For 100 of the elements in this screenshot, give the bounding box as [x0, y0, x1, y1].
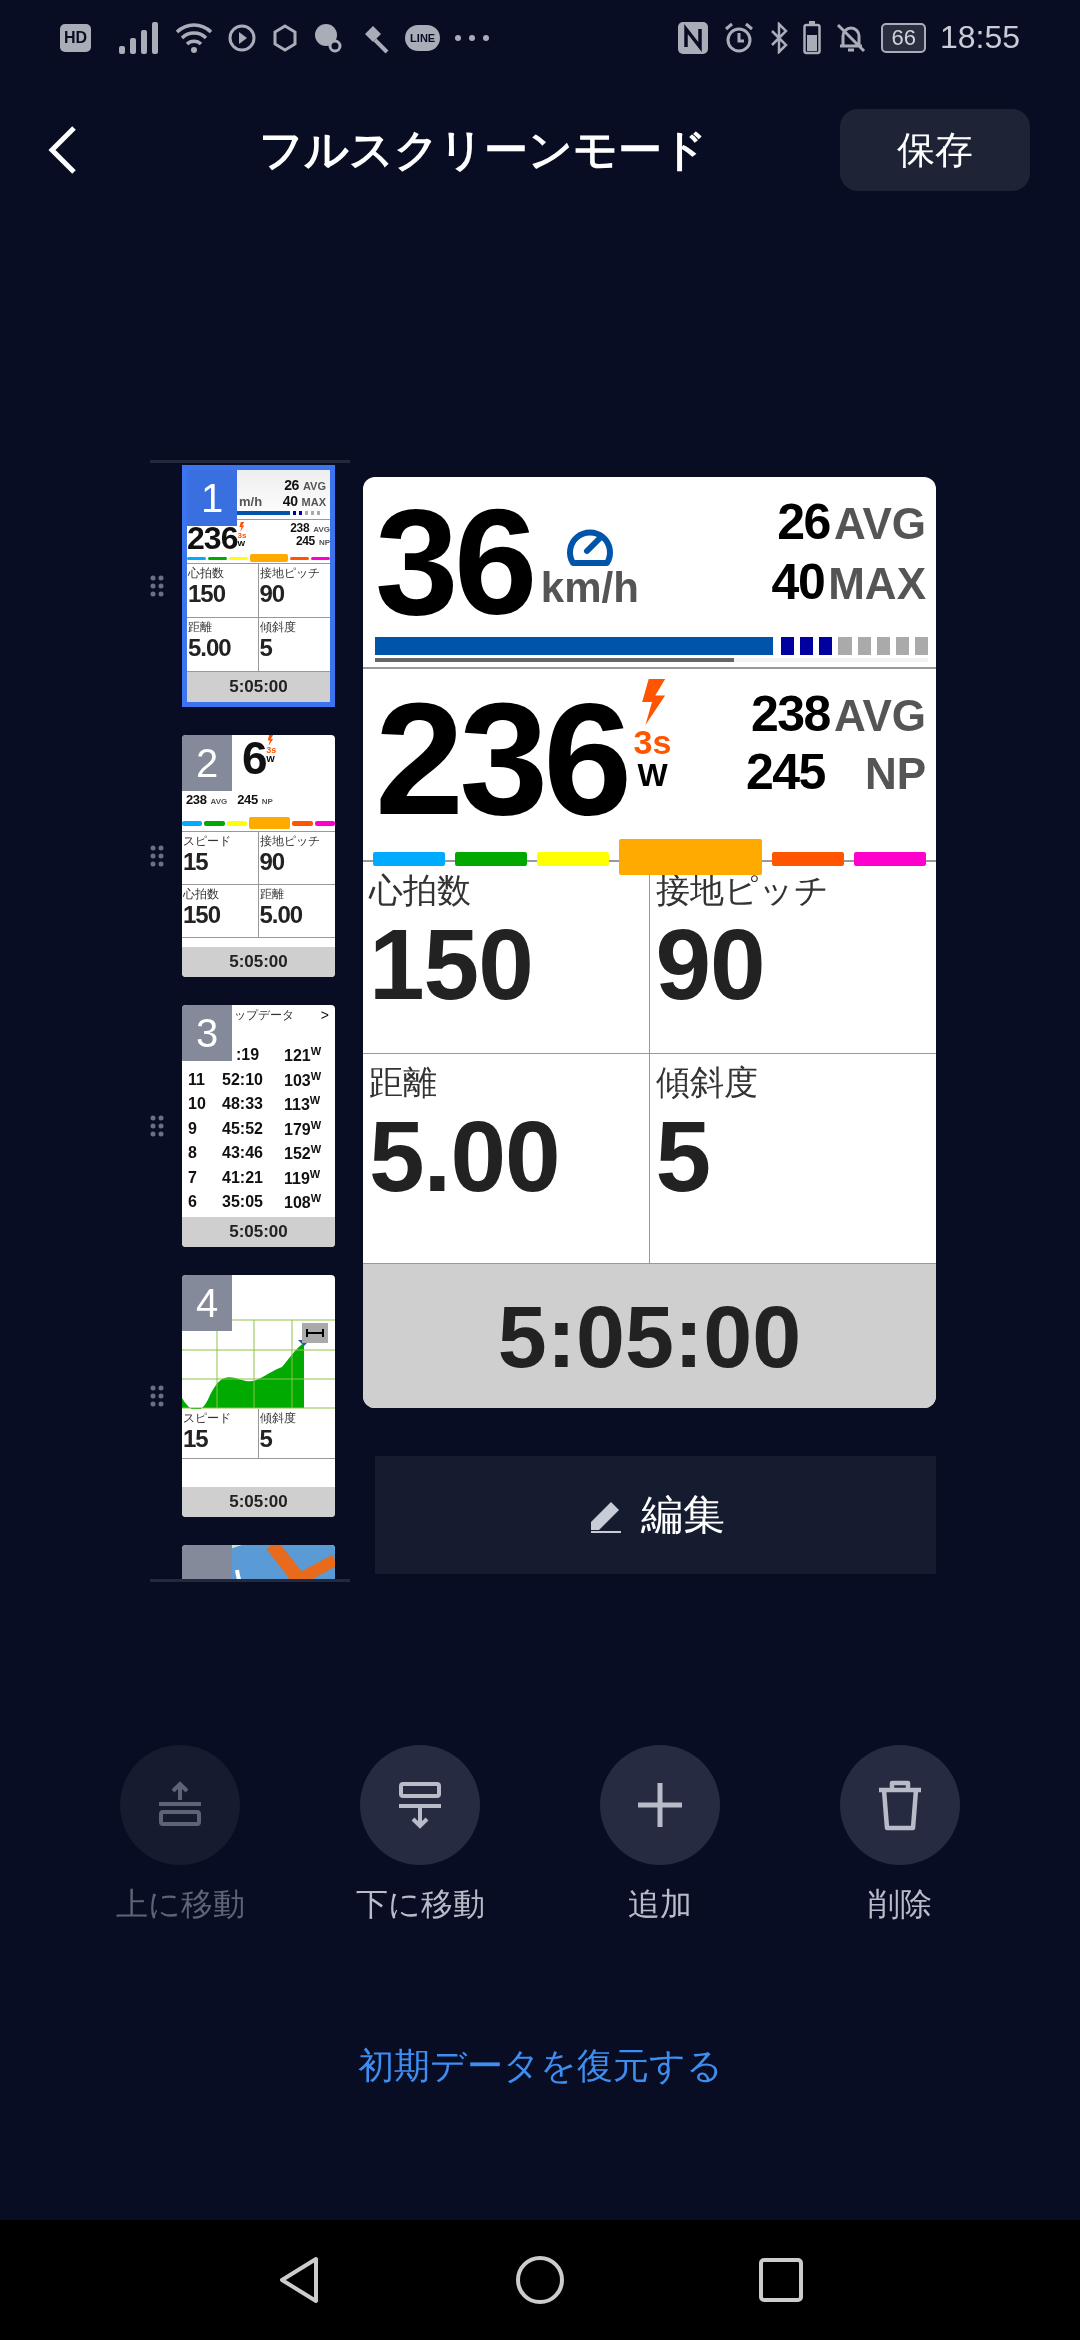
action-button[interactable]: 追加	[540, 1745, 780, 1927]
field-label: 接地ピッチ	[655, 870, 830, 911]
lap-time: 35:05	[222, 1193, 264, 1212]
page-number: 2	[182, 735, 232, 791]
field-value: 15	[183, 1427, 209, 1451]
lap-time: 45:52	[222, 1119, 264, 1138]
field-value: 5.00	[369, 1106, 561, 1206]
speed-value: 36	[375, 487, 533, 637]
power-unit: W	[637, 759, 668, 791]
field-label: 距離	[259, 886, 285, 903]
zone-bar	[290, 556, 309, 560]
page-title: ップデータ	[234, 1007, 294, 1024]
field-value: 5.00	[188, 636, 232, 660]
recents-nav-button[interactable]	[758, 2257, 804, 2303]
restore-link[interactable]: 初期データを復元する	[357, 2042, 723, 2091]
lightning-icon	[266, 735, 275, 746]
power-value: 236	[375, 679, 628, 839]
stat-value: 40	[282, 494, 298, 508]
stat-label: AVG	[302, 481, 326, 492]
field-label: 心拍数	[369, 870, 472, 911]
lap-power: 108$^{W}$	[284, 1192, 323, 1213]
elapsed-time: 5:05:00	[182, 947, 335, 977]
power-interval: 3s	[237, 532, 247, 540]
lap-power: 152$^{W}$	[284, 1143, 323, 1164]
lap-time: :19	[235, 1046, 261, 1065]
field-value: 90	[259, 850, 286, 874]
field-label: 傾斜度	[259, 1410, 297, 1427]
field-label: 接地ピッチ	[259, 833, 321, 850]
stat-label: MAX	[301, 497, 326, 508]
drag-handle-icon	[150, 575, 164, 597]
lap-time: 52:10	[222, 1070, 264, 1089]
drag-handle-icon	[150, 1385, 164, 1407]
lap-power: 179$^{W}$	[284, 1118, 323, 1139]
page-number: 1	[187, 470, 237, 526]
more-icon	[454, 33, 491, 42]
stat-label: AVG	[313, 526, 330, 534]
field-value: 5.00	[259, 903, 304, 927]
elapsed-time: 5:05:00	[182, 1217, 335, 1247]
elapsed-time: 5:05:00	[187, 672, 330, 702]
action-label: 上に移動	[115, 1885, 245, 1924]
field-label: スピード	[183, 833, 232, 850]
field-value: 15	[183, 850, 209, 874]
field-label: 接地ピッチ	[259, 565, 321, 582]
stat-value: 238	[290, 522, 310, 534]
power-interval: 3s	[633, 725, 672, 759]
stat-value: 245	[745, 747, 825, 797]
wifi-icon	[175, 21, 214, 54]
action-button[interactable]: 下に移動	[300, 1745, 540, 1927]
elapsed-time: 5:05:00	[363, 1264, 936, 1408]
clock: 18:55	[939, 19, 1020, 56]
lap-power: 113$^{W}$	[284, 1094, 322, 1115]
field-value: 90	[655, 914, 766, 1014]
field-value: 150	[369, 914, 534, 1014]
lap-number: 9	[188, 1119, 198, 1138]
plus-icon	[635, 1780, 685, 1830]
stat-value: 245	[237, 793, 258, 806]
stat-value: 40	[771, 557, 825, 607]
lap-time: 48:33	[222, 1095, 264, 1114]
page-thumbnail[interactable]: 3 ップデータ > :19 121$^{W}$ 11 52:10 103$^{W}$ 10 48:33 113$^{W}$ 9 45:52 179$^{W}$ 8 43:46 152$^{W}$ 7 41:21 119$^{W}$ 6 35:05 108$^{W}$ 5:05:00	[182, 1005, 335, 1247]
zone-bar	[229, 556, 248, 560]
field-label: 距離	[369, 1062, 438, 1103]
action-button[interactable]: 削除	[780, 1745, 1020, 1927]
bluetooth-icon	[769, 21, 790, 54]
field-value: 5	[259, 636, 273, 660]
field-value: 5	[259, 1427, 273, 1451]
stat-label: MAX	[828, 562, 926, 606]
active-zone-bar	[250, 554, 288, 562]
field-label: 傾斜度	[259, 619, 297, 636]
power-value: 6	[242, 735, 267, 781]
lap-number: 11	[188, 1070, 206, 1089]
lap-power: 103$^{W}$	[284, 1069, 323, 1090]
field-label: スピード	[183, 1410, 232, 1427]
action-label: 削除	[868, 1885, 932, 1924]
bell-off-icon	[835, 21, 868, 54]
stat-label: AVG	[833, 694, 926, 738]
speed-unit: km/h	[540, 567, 639, 609]
field-label: 距離	[188, 619, 213, 636]
action-label: 下に移動	[355, 1885, 485, 1924]
edit-button[interactable]: 編集	[375, 1456, 936, 1574]
field-value: 150	[183, 903, 222, 927]
active-zone-bar	[249, 817, 291, 829]
hd-badge: HD	[60, 23, 92, 52]
drag-handle-icon	[150, 845, 164, 867]
field-value: 90	[259, 582, 286, 606]
lap-number: 8	[188, 1144, 198, 1163]
save-button[interactable]: 保存	[840, 109, 1030, 191]
power-interval: 3s	[266, 746, 277, 755]
hexagon-icon	[271, 22, 300, 53]
zone-bar	[311, 556, 330, 560]
next-chevron: >	[320, 1007, 329, 1023]
battery-level: 66	[881, 22, 926, 53]
lap-time: 41:21	[222, 1168, 264, 1187]
stat-value: 26	[284, 478, 299, 492]
field-label: 心拍数	[188, 565, 225, 582]
home-nav-button[interactable]	[514, 2254, 566, 2306]
lap-number: 6	[188, 1193, 198, 1212]
stat-label: NP	[864, 752, 926, 796]
page-number: 4	[182, 1275, 232, 1331]
lap-power: 119$^{W}$	[284, 1167, 322, 1188]
page-thumbnail[interactable]: 4 スピード 15 傾斜度 5 5:05:00	[182, 1275, 335, 1517]
